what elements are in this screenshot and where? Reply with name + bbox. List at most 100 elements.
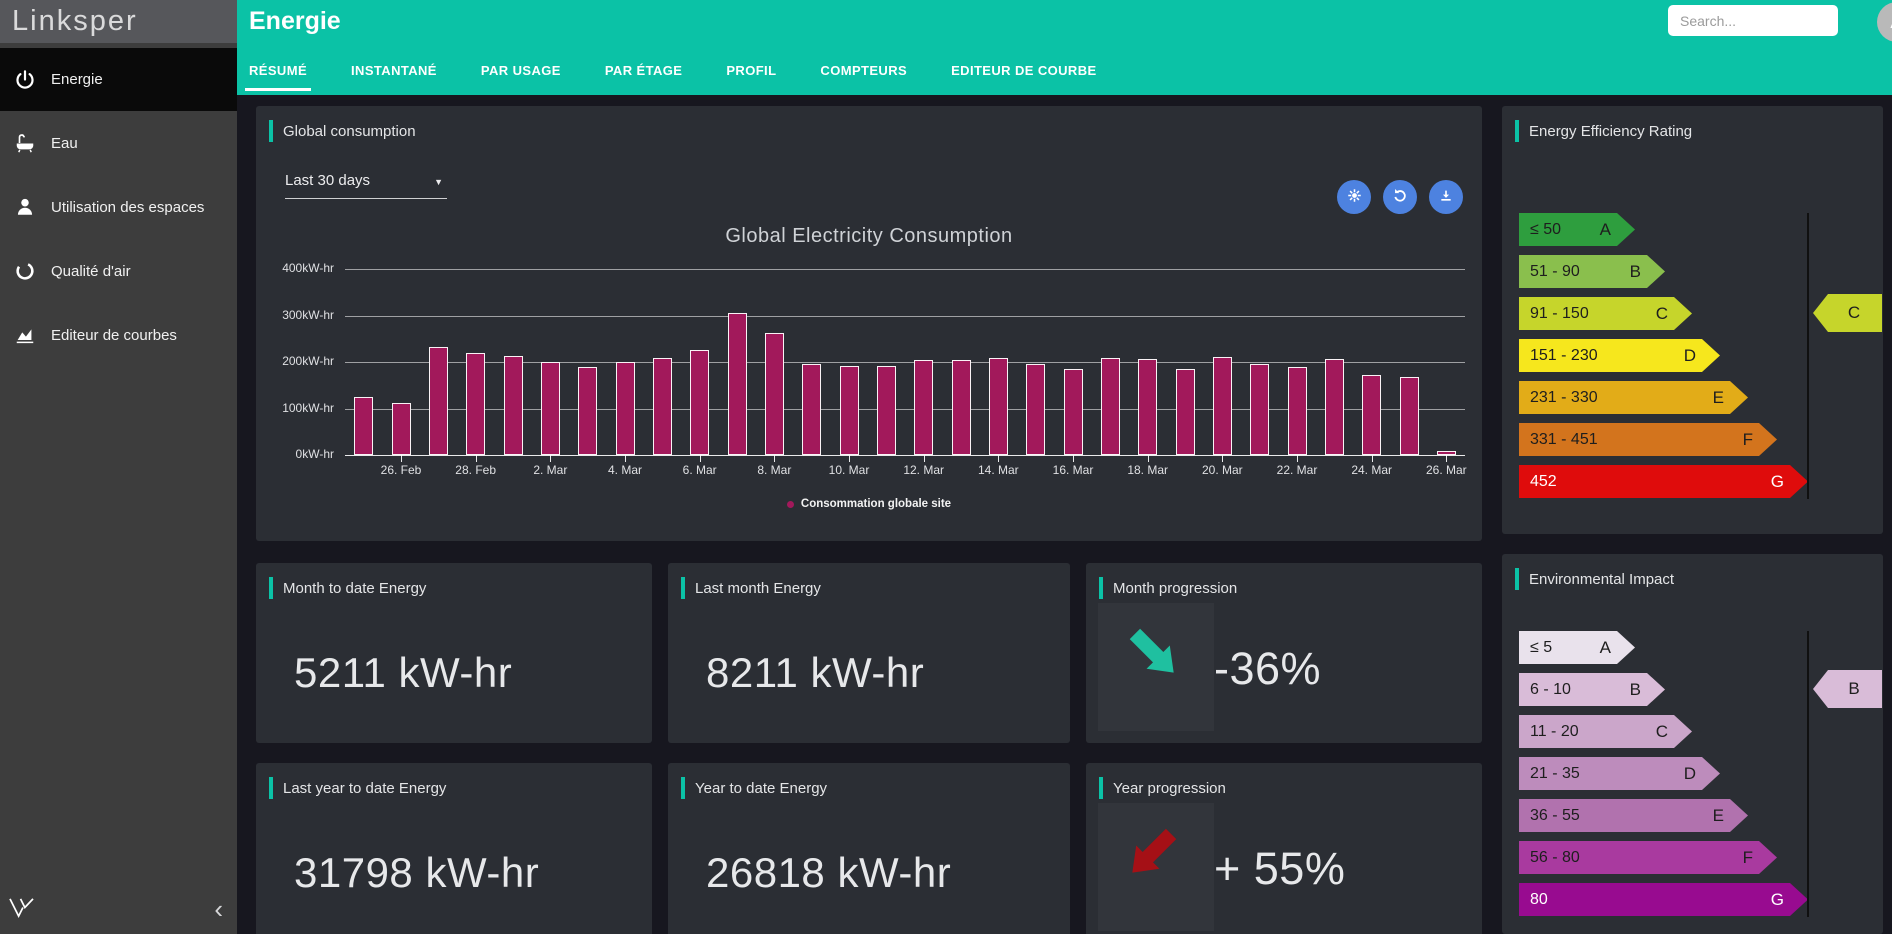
x-axis-tick — [1446, 455, 1447, 462]
sidebar-collapse-chevron-icon[interactable]: ‹ — [214, 896, 223, 922]
app-logo: Linksper — [12, 5, 138, 38]
tab-editeur-de-courbe[interactable]: EDITEUR DE COURBE — [951, 59, 1096, 82]
bar[interactable] — [1288, 367, 1307, 455]
bar[interactable] — [541, 362, 560, 455]
sidebar-item-energie[interactable]: Energie — [0, 48, 237, 111]
kpi-title: Last month Energy — [695, 580, 821, 597]
bar[interactable] — [578, 367, 597, 455]
bar[interactable] — [1362, 375, 1381, 455]
bar[interactable] — [690, 350, 709, 455]
bar[interactable] — [354, 397, 373, 455]
rating-grade: B — [1630, 262, 1641, 282]
bar[interactable] — [1138, 359, 1157, 455]
bar[interactable] — [802, 364, 821, 455]
search-input[interactable] — [1668, 5, 1838, 36]
bar[interactable] — [1325, 359, 1344, 455]
rating-row-g: 80G — [1519, 883, 1808, 916]
kpi-card-month-progression: Month progression-36% — [1086, 563, 1482, 743]
tab-résumé[interactable]: RÉSUMÉ — [249, 59, 307, 82]
legend-item[interactable]: Consommation globale site — [256, 498, 1482, 510]
main-area: Energie RÉSUMÉINSTANTANÉPAR USAGEPAR ÉTA… — [237, 0, 1892, 934]
bar[interactable] — [429, 347, 448, 455]
rating-range: 6 - 10 — [1530, 681, 1571, 699]
x-axis-label: 28. Feb — [446, 463, 506, 477]
app-shell: Linksper Energie EauUtilisation des espac… — [0, 0, 1892, 934]
rating-range: 51 - 90 — [1530, 263, 1580, 281]
bar[interactable] — [989, 358, 1008, 455]
accent-bar — [269, 577, 273, 599]
rating-grade: D — [1684, 346, 1696, 366]
kpi-value: + 55% — [1214, 843, 1345, 895]
bar[interactable] — [728, 313, 747, 455]
sidebar-item-editeur-de-courbes[interactable]: Editeur de courbes — [0, 303, 237, 367]
sidebar-item-label: Qualité d'air — [51, 263, 131, 280]
bar[interactable] — [840, 366, 859, 455]
rating-range: 151 - 230 — [1530, 347, 1598, 365]
tab-par-usage[interactable]: PAR USAGE — [481, 59, 561, 82]
search-wrap — [1668, 5, 1838, 36]
bar[interactable] — [504, 356, 523, 456]
x-axis-label: 24. Mar — [1342, 463, 1402, 477]
x-axis-tick — [1222, 455, 1223, 462]
x-axis-label: 26. Mar — [1416, 463, 1476, 477]
legend-label: Consommation globale site — [801, 498, 951, 510]
bar[interactable] — [1101, 358, 1120, 455]
bar[interactable] — [1400, 377, 1419, 455]
bar[interactable] — [616, 362, 635, 455]
bar[interactable] — [653, 358, 672, 455]
rating-grade: C — [1656, 304, 1668, 324]
bar[interactable] — [392, 403, 411, 455]
bar[interactable] — [914, 360, 933, 455]
download-button[interactable] — [1429, 180, 1463, 214]
bar[interactable] — [877, 366, 896, 455]
chart-gridline — [345, 316, 1465, 317]
y-axis-label: 100kW-hr — [256, 401, 334, 415]
sidebar-item-label: Energie — [51, 71, 103, 88]
power-icon — [14, 69, 36, 91]
x-axis-label: 8. Mar — [744, 463, 804, 477]
curves-icon — [14, 324, 36, 346]
rating-range: 21 - 35 — [1530, 765, 1580, 783]
reset-button[interactable] — [1383, 180, 1417, 214]
bar[interactable] — [1176, 369, 1195, 455]
sidebar-item-utilisation-des-espaces[interactable]: Utilisation des espaces — [0, 175, 237, 239]
rating-current-indicator: B — [1813, 670, 1882, 708]
date-range-select[interactable]: Last 30 days ▼ — [285, 172, 447, 199]
bar[interactable] — [952, 360, 971, 455]
bar[interactable] — [1026, 364, 1045, 455]
rating-range: 56 - 80 — [1530, 849, 1580, 867]
x-axis-tick — [774, 455, 775, 462]
rating-row-f: 331 - 451F — [1519, 423, 1777, 456]
energy-efficiency-rating-card: Energy Efficiency Rating ≤ 50A51 - 90B91… — [1502, 106, 1883, 534]
kpi-card-year-progression: Year progression + 55% — [1086, 763, 1482, 934]
card-title: Global consumption — [283, 123, 416, 140]
sidebar: Linksper Energie EauUtilisation des espac… — [0, 0, 237, 934]
bar[interactable] — [765, 333, 784, 455]
avatar[interactable]: A — [1877, 2, 1892, 42]
x-axis-label: 14. Mar — [968, 463, 1028, 477]
x-axis-label: 22. Mar — [1267, 463, 1327, 477]
x-axis-label: 2. Mar — [520, 463, 580, 477]
tab-bar: RÉSUMÉ INSTANTANÉ PAR USAGE PAR ÉTAGE PROFIL… — [249, 59, 1097, 82]
tab-instantané[interactable]: INSTANTANÉ — [351, 59, 437, 82]
rating-row-c: 11 - 20C — [1519, 715, 1692, 748]
rating-row-d: 151 - 230 D — [1519, 339, 1720, 372]
bar[interactable] — [1213, 357, 1232, 455]
chart-title: Global Electricity Consumption — [256, 225, 1482, 248]
bar[interactable] — [1250, 364, 1269, 455]
tab-par-étage[interactable]: PAR ÉTAGE — [605, 59, 683, 82]
settings-button[interactable] — [1337, 180, 1371, 214]
tab-compteurs[interactable]: COMPTEURS — [820, 59, 907, 82]
sidebar-item-qualite-d-air[interactable]: Qualité d'air — [0, 239, 237, 303]
bar[interactable] — [466, 353, 485, 455]
tab-profil[interactable]: PROFIL — [726, 59, 776, 82]
person-icon — [14, 196, 36, 218]
kpi-value: -36% — [1214, 643, 1321, 695]
rating-range: ≤ 5 — [1530, 639, 1552, 657]
sidebar-item-eau[interactable]: Eau — [0, 111, 237, 175]
rating-current-grade: B — [1835, 679, 1859, 699]
card-head: Environmental Impact — [1515, 568, 1674, 590]
kpi-title: Year progression — [1113, 780, 1226, 797]
bar[interactable] — [1064, 369, 1083, 455]
rating-grade: A — [1600, 220, 1611, 240]
